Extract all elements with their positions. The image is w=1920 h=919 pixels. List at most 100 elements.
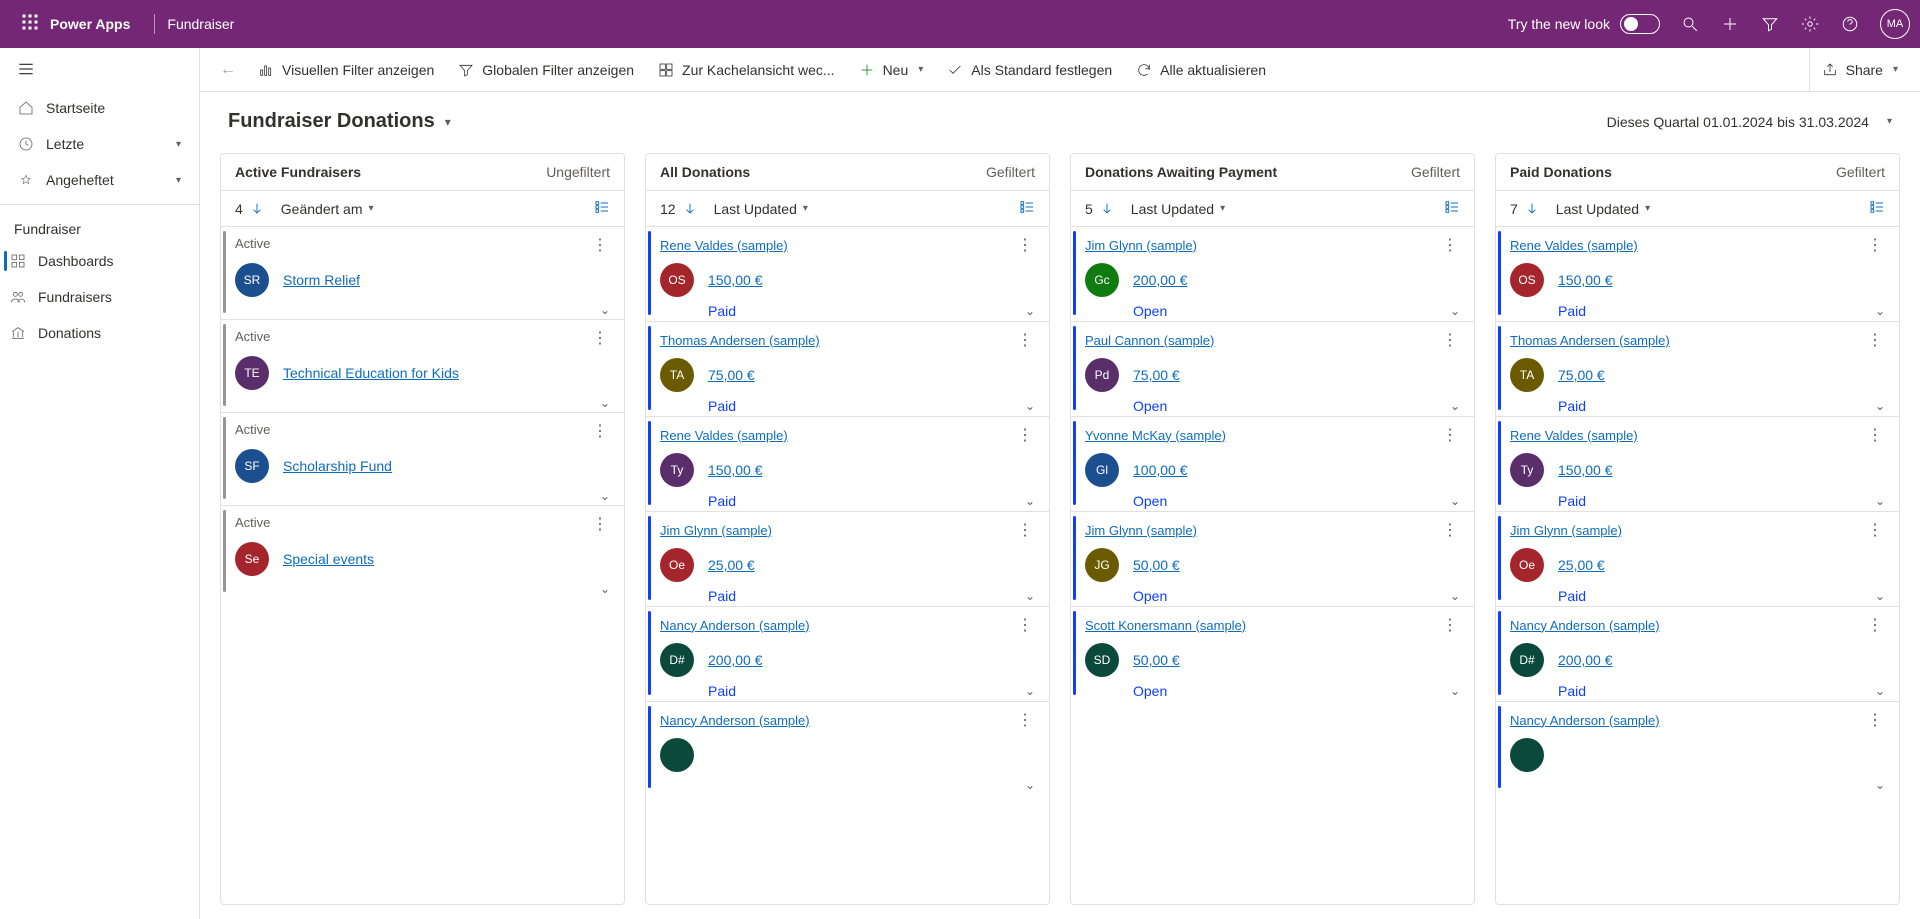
donor-link[interactable]: Nancy Anderson (sample) [660, 713, 810, 728]
donor-link[interactable]: Nancy Anderson (sample) [1510, 713, 1660, 728]
list-item[interactable]: Jim Glynn (sample) ⋮ Gc 200,00 € Open ⌄ [1071, 226, 1474, 319]
list-item[interactable]: Thomas Andersen (sample) ⋮ TA 75,00 € Pa… [1496, 321, 1899, 414]
cmd-tile-view[interactable]: Zur Kachelansicht wec... [646, 48, 847, 91]
card-rows[interactable]: Rene Valdes (sample) ⋮ OS 150,00 € Paid … [646, 226, 1049, 904]
more-icon[interactable]: ⋮ [1865, 710, 1885, 730]
donor-link[interactable]: Paul Cannon (sample) [1085, 333, 1214, 348]
hamburger-icon[interactable] [0, 48, 199, 90]
more-icon[interactable]: ⋮ [1440, 520, 1460, 540]
group-view-icon[interactable] [1869, 199, 1885, 218]
try-new-look-toggle[interactable]: Try the new look [1508, 14, 1660, 34]
expand-icon[interactable]: ⌄ [600, 303, 610, 317]
cmd-visual-filter[interactable]: Visuellen Filter anzeigen [246, 48, 446, 91]
list-item[interactable]: Nancy Anderson (sample) ⋮ ⌄ [646, 701, 1049, 792]
list-item[interactable]: Nancy Anderson (sample) ⋮ ⌄ [1496, 701, 1899, 792]
app-launcher-icon[interactable] [10, 13, 50, 36]
list-item[interactable]: Active ⋮ SF Scholarship Fund ⌄ [221, 412, 624, 503]
list-item[interactable]: Paul Cannon (sample) ⋮ Pd 75,00 € Open ⌄ [1071, 321, 1474, 414]
more-icon[interactable]: ⋮ [1015, 520, 1035, 540]
expand-icon[interactable]: ⌄ [1025, 684, 1035, 698]
card-filter-state[interactable]: Ungefiltert [546, 164, 610, 180]
sort-field[interactable]: Last Updated ▾ [714, 201, 808, 217]
fundraiser-link[interactable]: Special events [283, 551, 374, 567]
group-view-icon[interactable] [594, 199, 610, 218]
expand-icon[interactable]: ⌄ [600, 396, 610, 410]
list-item[interactable]: Active ⋮ Se Special events ⌄ [221, 505, 624, 596]
expand-icon[interactable]: ⌄ [600, 582, 610, 596]
more-icon[interactable]: ⋮ [1865, 615, 1885, 635]
donation-amount[interactable]: 25,00 € [1558, 557, 1605, 573]
sidebar-item-dashboards[interactable]: Dashboards [0, 243, 199, 279]
expand-icon[interactable]: ⌄ [1450, 589, 1460, 603]
environment-label[interactable]: Fundraiser [167, 16, 234, 32]
more-icon[interactable]: ⋮ [1015, 235, 1035, 255]
expand-icon[interactable]: ⌄ [1875, 684, 1885, 698]
record-count[interactable]: 4 [235, 201, 265, 217]
donor-link[interactable]: Jim Glynn (sample) [1510, 523, 1622, 538]
chevron-down-icon[interactable]: ▾ [176, 175, 181, 186]
add-icon[interactable] [1720, 14, 1740, 34]
list-item[interactable]: Rene Valdes (sample) ⋮ OS 150,00 € Paid … [1496, 226, 1899, 319]
expand-icon[interactable]: ⌄ [1875, 589, 1885, 603]
list-item[interactable]: Yvonne McKay (sample) ⋮ Gl 100,00 € Open… [1071, 416, 1474, 509]
donor-link[interactable]: Rene Valdes (sample) [1510, 238, 1638, 253]
search-icon[interactable] [1680, 14, 1700, 34]
list-item[interactable]: Nancy Anderson (sample) ⋮ D# 200,00 € Pa… [646, 606, 1049, 699]
donation-amount[interactable]: 75,00 € [708, 367, 755, 383]
donor-link[interactable]: Nancy Anderson (sample) [1510, 618, 1660, 633]
more-icon[interactable]: ⋮ [1865, 235, 1885, 255]
card-rows[interactable]: Jim Glynn (sample) ⋮ Gc 200,00 € Open ⌄ … [1071, 226, 1474, 904]
sort-field[interactable]: Last Updated ▾ [1556, 201, 1650, 217]
expand-icon[interactable]: ⌄ [600, 489, 610, 503]
donation-amount[interactable]: 150,00 € [1558, 462, 1613, 478]
cmd-global-filter[interactable]: Globalen Filter anzeigen [446, 48, 646, 91]
donor-link[interactable]: Jim Glynn (sample) [1085, 238, 1197, 253]
list-item[interactable]: Scott Konersmann (sample) ⋮ SD 50,00 € O… [1071, 606, 1474, 699]
list-item[interactable]: Jim Glynn (sample) ⋮ Oe 25,00 € Paid ⌄ [1496, 511, 1899, 604]
expand-icon[interactable]: ⌄ [1450, 304, 1460, 318]
date-range-selector[interactable]: Dieses Quartal 01.01.2024 bis 31.03.2024… [1607, 114, 1892, 130]
expand-icon[interactable]: ⌄ [1875, 304, 1885, 318]
list-item[interactable]: Rene Valdes (sample) ⋮ Ty 150,00 € Paid … [1496, 416, 1899, 509]
donation-amount[interactable]: 75,00 € [1133, 367, 1180, 383]
sidebar-item-donations[interactable]: Donations [0, 315, 199, 351]
settings-gear-icon[interactable] [1800, 14, 1820, 34]
record-count[interactable]: 12 [660, 201, 698, 217]
chevron-down-icon[interactable]: ▾ [176, 139, 181, 150]
more-icon[interactable]: ⋮ [1440, 615, 1460, 635]
card-filter-state[interactable]: Gefiltert [986, 164, 1035, 180]
list-item[interactable]: Thomas Andersen (sample) ⋮ TA 75,00 € Pa… [646, 321, 1049, 414]
expand-icon[interactable]: ⌄ [1025, 778, 1035, 792]
card-rows[interactable]: Rene Valdes (sample) ⋮ OS 150,00 € Paid … [1496, 226, 1899, 904]
donor-link[interactable]: Nancy Anderson (sample) [660, 618, 810, 633]
group-view-icon[interactable] [1019, 199, 1035, 218]
list-item[interactable]: Jim Glynn (sample) ⋮ JG 50,00 € Open ⌄ [1071, 511, 1474, 604]
chevron-down-icon[interactable]: ▾ [918, 64, 923, 75]
more-icon[interactable]: ⋮ [1015, 330, 1035, 350]
cmd-share[interactable]: Share ▾ [1809, 48, 1910, 91]
list-item[interactable]: Active ⋮ TE Technical Education for Kids… [221, 319, 624, 410]
card-filter-state[interactable]: Gefiltert [1836, 164, 1885, 180]
sidebar-item-recent[interactable]: Letzte ▾ [0, 126, 199, 162]
expand-icon[interactable]: ⌄ [1450, 684, 1460, 698]
donor-link[interactable]: Thomas Andersen (sample) [1510, 333, 1670, 348]
expand-icon[interactable]: ⌄ [1450, 494, 1460, 508]
expand-icon[interactable]: ⌄ [1025, 589, 1035, 603]
expand-icon[interactable]: ⌄ [1875, 778, 1885, 792]
back-button[interactable]: ← [210, 61, 246, 79]
donation-amount[interactable]: 25,00 € [708, 557, 755, 573]
donor-link[interactable]: Scott Konersmann (sample) [1085, 618, 1246, 633]
expand-icon[interactable]: ⌄ [1025, 304, 1035, 318]
help-icon[interactable] [1840, 14, 1860, 34]
chevron-down-icon[interactable]: ▾ [1893, 64, 1898, 75]
list-item[interactable]: Rene Valdes (sample) ⋮ Ty 150,00 € Paid … [646, 416, 1049, 509]
donation-amount[interactable]: 50,00 € [1133, 557, 1180, 573]
more-icon[interactable]: ⋮ [1865, 330, 1885, 350]
group-view-icon[interactable] [1444, 199, 1460, 218]
sort-field[interactable]: Last Updated ▾ [1131, 201, 1225, 217]
donor-link[interactable]: Rene Valdes (sample) [660, 428, 788, 443]
sidebar-item-home[interactable]: Startseite [0, 90, 199, 126]
more-icon[interactable]: ⋮ [1015, 425, 1035, 445]
filter-icon[interactable] [1760, 14, 1780, 34]
more-icon[interactable]: ⋮ [590, 235, 610, 255]
